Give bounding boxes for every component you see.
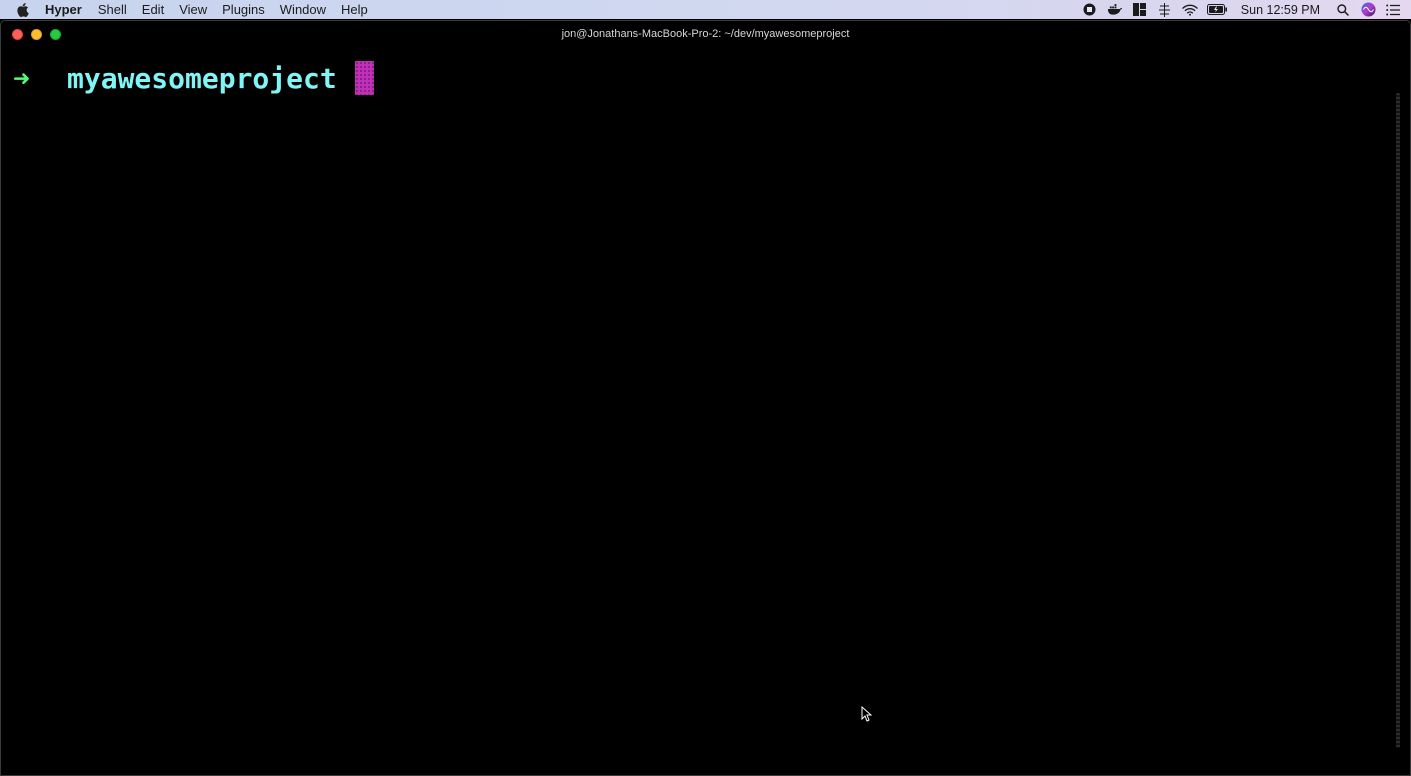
- window-layout-icon[interactable]: [1132, 2, 1148, 18]
- siri-icon[interactable]: [1360, 2, 1376, 18]
- window-title: jon@Jonathans-MacBook-Pro-2: ~/dev/myawe…: [561, 28, 850, 40]
- hyper-terminal-window: jon@Jonathans-MacBook-Pro-2: ~/dev/myawe…: [0, 20, 1411, 776]
- menu-shell[interactable]: Shell: [98, 0, 127, 19]
- network-icon[interactable]: [1157, 2, 1173, 18]
- notification-center-icon[interactable]: [1385, 2, 1401, 18]
- terminal-pane[interactable]: ➜ myawesomeproject: [1, 48, 1410, 775]
- menu-app-name[interactable]: Hyper: [45, 0, 82, 19]
- menu-edit[interactable]: Edit: [142, 0, 164, 19]
- macos-menu-bar: Hyper Shell Edit View Plugins Window Hel…: [0, 0, 1411, 19]
- menu-window[interactable]: Window: [280, 0, 326, 19]
- menu-plugins[interactable]: Plugins: [222, 0, 265, 19]
- spotlight-search-icon[interactable]: [1335, 2, 1351, 18]
- prompt-line: ➜ myawesomeproject: [13, 60, 374, 96]
- wifi-icon[interactable]: [1182, 2, 1198, 18]
- window-titlebar[interactable]: jon@Jonathans-MacBook-Pro-2: ~/dev/myawe…: [1, 21, 1410, 48]
- minimize-window-button[interactable]: [31, 29, 42, 40]
- stop-record-icon[interactable]: [1082, 2, 1098, 18]
- close-window-button[interactable]: [12, 29, 23, 40]
- terminal-cursor: [354, 61, 374, 95]
- zoom-window-button[interactable]: [50, 29, 61, 40]
- battery-icon[interactable]: [1207, 2, 1229, 18]
- window-controls: [12, 29, 61, 40]
- prompt-directory: myawesomeproject: [67, 61, 337, 95]
- terminal-scrollbar[interactable]: [1396, 93, 1400, 748]
- menu-view[interactable]: View: [179, 0, 207, 19]
- menu-help[interactable]: Help: [341, 0, 368, 19]
- docker-icon[interactable]: [1107, 2, 1123, 18]
- mouse-pointer-icon: [861, 706, 872, 722]
- menu-bar-extras: Sun 12:59 PM: [1073, 0, 1411, 19]
- apple-logo-icon[interactable]: [16, 2, 30, 17]
- menu-bar-clock[interactable]: Sun 12:59 PM: [1241, 3, 1320, 17]
- prompt-arrow-icon: ➜: [13, 61, 30, 95]
